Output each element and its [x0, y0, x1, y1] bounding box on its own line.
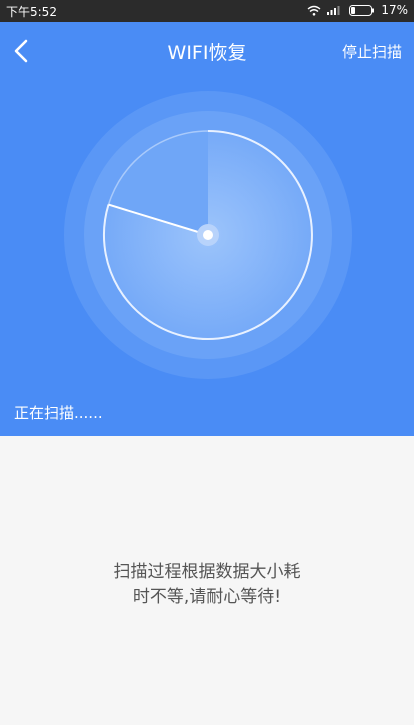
status-icons: 17% — [307, 3, 408, 17]
stop-scan-button[interactable]: 停止扫描 — [342, 41, 402, 62]
wait-message: 扫描过程根据数据大小耗 时不等,请耐心等待! — [0, 560, 414, 610]
battery-icon — [349, 4, 375, 16]
wait-message-line1: 扫描过程根据数据大小耗 — [113, 562, 301, 582]
wait-message-line2: 时不等,请耐心等待! — [132, 587, 282, 607]
status-bar: 下午5:52 17% — [0, 0, 414, 22]
signal-icon — [327, 6, 340, 15]
scan-status-text: 正在扫描...... — [14, 404, 103, 422]
wifi-icon — [307, 5, 321, 16]
status-time: 下午5:52 — [6, 5, 57, 19]
radar-scanner — [64, 91, 352, 379]
radar-center-dot — [203, 230, 213, 240]
scan-panel: WIFI恢复 停止扫描 正在扫描...... — [0, 22, 414, 436]
header: WIFI恢复 停止扫描 — [0, 22, 414, 78]
battery-percent: 17% — [381, 3, 408, 17]
